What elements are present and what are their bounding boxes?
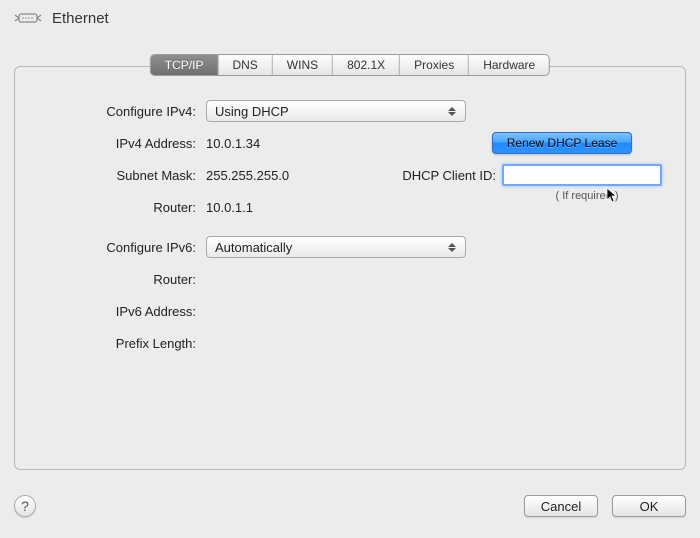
- tab-wins[interactable]: WINS: [273, 55, 333, 75]
- tab-bar: TCP/IP DNS WINS 802.1X Proxies Hardware: [150, 54, 550, 76]
- ipv4-address-label: IPv4 Address:: [38, 136, 206, 151]
- dhcp-column: Renew DHCP Lease DHCP Client ID: ( If re…: [462, 132, 662, 202]
- dhcp-client-id-input[interactable]: [502, 164, 662, 186]
- cursor-icon: [606, 187, 618, 206]
- bottom-bar: ? Cancel OK: [14, 486, 686, 526]
- chevron-updown-icon: [445, 107, 459, 116]
- tab-proxies[interactable]: Proxies: [400, 55, 469, 75]
- ipv6-router-label: Router:: [38, 272, 206, 287]
- subnet-mask-label: Subnet Mask:: [38, 168, 206, 183]
- configure-ipv6-select[interactable]: Automatically: [206, 236, 466, 258]
- tab-dns[interactable]: DNS: [218, 55, 272, 75]
- tab-8021x[interactable]: 802.1X: [333, 55, 400, 75]
- ipv6-address-label: IPv6 Address:: [38, 304, 206, 319]
- help-button[interactable]: ?: [14, 495, 36, 517]
- configure-ipv6-value: Automatically: [215, 240, 292, 255]
- ipv4-address-value: 10.0.1.34: [206, 136, 260, 151]
- tab-tcpip[interactable]: TCP/IP: [151, 55, 219, 75]
- ethernet-icon: [14, 8, 42, 28]
- configure-ipv4-select[interactable]: Using DHCP: [206, 100, 466, 122]
- network-advanced-window: Ethernet TCP/IP DNS WINS 802.1X Proxies …: [0, 0, 700, 538]
- chevron-updown-icon: [445, 243, 459, 252]
- tab-hardware[interactable]: Hardware: [469, 55, 549, 75]
- configure-ipv4-value: Using DHCP: [215, 104, 289, 119]
- configure-ipv6-label: Configure IPv6:: [38, 240, 206, 255]
- renew-dhcp-lease-button[interactable]: Renew DHCP Lease: [492, 132, 633, 154]
- ipv4-router-value: 10.0.1.1: [206, 200, 253, 215]
- prefix-length-label: Prefix Length:: [38, 336, 206, 351]
- subnet-mask-value: 255.255.255.0: [206, 168, 289, 183]
- window-title: Ethernet: [52, 10, 109, 27]
- cancel-button[interactable]: Cancel: [524, 495, 598, 517]
- ipv4-router-label: Router:: [38, 200, 206, 215]
- titlebar: Ethernet: [0, 0, 700, 34]
- configure-ipv4-label: Configure IPv4:: [38, 104, 206, 119]
- dhcp-client-id-label: DHCP Client ID:: [402, 168, 502, 183]
- tcpip-content: Configure IPv4: Using DHCP IPv4 Address:…: [14, 76, 686, 468]
- ok-button[interactable]: OK: [612, 495, 686, 517]
